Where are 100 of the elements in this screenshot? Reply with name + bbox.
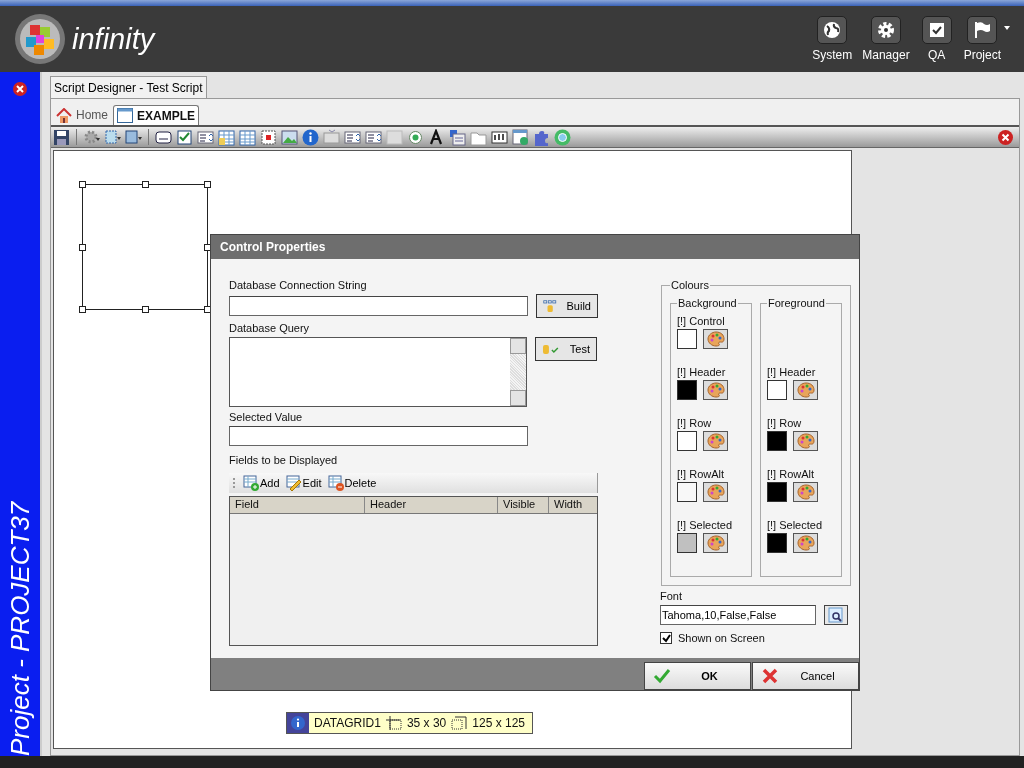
cancel-button[interactable]: Cancel: [752, 662, 859, 690]
nav-button[interactable]: System: [809, 16, 856, 62]
select-icon[interactable]: [104, 128, 121, 146]
selected-control[interactable]: [82, 184, 208, 310]
search-icon: [828, 607, 844, 623]
palette-icon: [796, 535, 815, 551]
checkbox-label: Shown on Screen: [678, 632, 765, 644]
save-icon[interactable]: [53, 128, 70, 146]
query-textarea[interactable]: [229, 337, 527, 407]
field-label: Database Query: [229, 322, 311, 334]
palette-icon: [796, 484, 815, 500]
colour-label: [!] RowAlt: [677, 468, 726, 480]
field-label: Selected Value: [229, 411, 304, 423]
group-title: Foreground: [767, 297, 826, 309]
logo-icon: [14, 13, 66, 65]
nav-button[interactable]: Manager: [859, 16, 913, 62]
delete-row-icon: [327, 475, 344, 491]
colour-label: [!] Control: [677, 315, 726, 327]
grid-icon[interactable]: [218, 128, 235, 146]
test-button[interactable]: Test: [535, 337, 597, 361]
colour-label: [!] Row: [677, 417, 713, 429]
field-label: Font: [660, 590, 683, 602]
info-icon: [291, 716, 305, 730]
size-icon: [451, 716, 468, 730]
control-position: 35 x 30: [406, 716, 447, 730]
edit-row-icon: [285, 475, 302, 491]
grid-action-button[interactable]: Edit: [285, 475, 322, 491]
colour-label: [!] Selected: [767, 519, 824, 531]
grid-action-button[interactable]: Add: [243, 475, 280, 491]
group-title: Colours: [670, 279, 710, 291]
add-row-icon: [243, 475, 259, 491]
colour-label: [!] Row: [767, 417, 803, 429]
gear-icon: [875, 20, 896, 40]
input-field[interactable]: [229, 426, 528, 446]
grid-action-button[interactable]: Delete: [327, 475, 377, 491]
checkbox[interactable]: [660, 632, 672, 644]
puzzle-icon[interactable]: [533, 128, 550, 146]
house-icon: [56, 107, 72, 123]
tab[interactable]: EXAMPLE: [113, 105, 200, 125]
document-tab[interactable]: Script Designer - Test Script: [50, 76, 207, 98]
cross-icon: [761, 668, 779, 684]
group-title: Background: [677, 297, 738, 309]
radio-icon[interactable]: [407, 128, 424, 146]
nav-button[interactable]: QA: [916, 16, 957, 62]
font-field[interactable]: Tahoma,10,False,False: [660, 605, 816, 625]
palette-button[interactable]: [793, 431, 818, 451]
palette-icon: [706, 433, 725, 449]
checkmark-icon: [653, 668, 671, 684]
calendar-icon[interactable]: [239, 128, 256, 146]
image-icon[interactable]: [281, 128, 298, 146]
palette-button[interactable]: [703, 329, 728, 349]
palette-button[interactable]: [703, 533, 728, 553]
column-header[interactable]: Visible: [498, 497, 549, 513]
frame-icon[interactable]: [125, 128, 142, 146]
position-icon: [385, 716, 402, 730]
palette-button[interactable]: [793, 533, 818, 553]
palette-button[interactable]: [703, 482, 728, 502]
window-icon: [117, 108, 133, 123]
gear-icon[interactable]: [83, 128, 100, 146]
nav-button[interactable]: Project: [960, 16, 1004, 62]
list-icon[interactable]: [197, 128, 214, 146]
column-header[interactable]: Header: [365, 497, 498, 513]
scrollbar[interactable]: [510, 338, 526, 406]
caret-icon[interactable]: [1004, 26, 1010, 30]
window-icon[interactable]: [512, 128, 529, 146]
palette-icon: [796, 433, 815, 449]
palette-icon: [706, 382, 725, 398]
palette-icon: [706, 535, 725, 551]
font-icon[interactable]: [428, 128, 445, 146]
field-label: Database Connection String: [229, 279, 368, 291]
control-name: DATAGRID1: [314, 716, 381, 730]
dialog-title: Control Properties: [211, 235, 859, 259]
colour-label: [!] Header: [767, 366, 817, 378]
logo-text: infinity: [72, 22, 155, 56]
info-icon[interactable]: [302, 128, 319, 146]
palette-button[interactable]: [793, 482, 818, 502]
project-caption: Project - PROJECT37: [5, 501, 35, 756]
database-icon: [543, 298, 557, 314]
palette-button[interactable]: [793, 380, 818, 400]
control-size: 125 x 125: [472, 716, 525, 730]
textbox-icon[interactable]: [155, 128, 172, 146]
column-header[interactable]: Field: [230, 497, 365, 513]
colour-label: [!] Selected: [677, 519, 734, 531]
tab[interactable]: Home: [53, 105, 111, 125]
flag-icon: [972, 20, 993, 40]
close-icon[interactable]: [998, 129, 1013, 145]
close-icon[interactable]: [13, 82, 27, 96]
combo-icon[interactable]: [344, 128, 361, 146]
colour-label: [!] RowAlt: [767, 468, 816, 480]
build-button[interactable]: Build: [536, 294, 598, 318]
font-picker-button[interactable]: [824, 605, 848, 625]
field-label: Fields to be Displayed: [229, 454, 339, 466]
column-header[interactable]: Width: [549, 497, 597, 513]
palette-icon: [706, 331, 725, 347]
input-field[interactable]: [229, 296, 528, 316]
checkbox-icon[interactable]: [176, 128, 193, 146]
palette-button[interactable]: [703, 380, 728, 400]
colour-label: [!] Header: [677, 366, 727, 378]
ok-button[interactable]: OK: [644, 662, 751, 690]
palette-button[interactable]: [703, 431, 728, 451]
